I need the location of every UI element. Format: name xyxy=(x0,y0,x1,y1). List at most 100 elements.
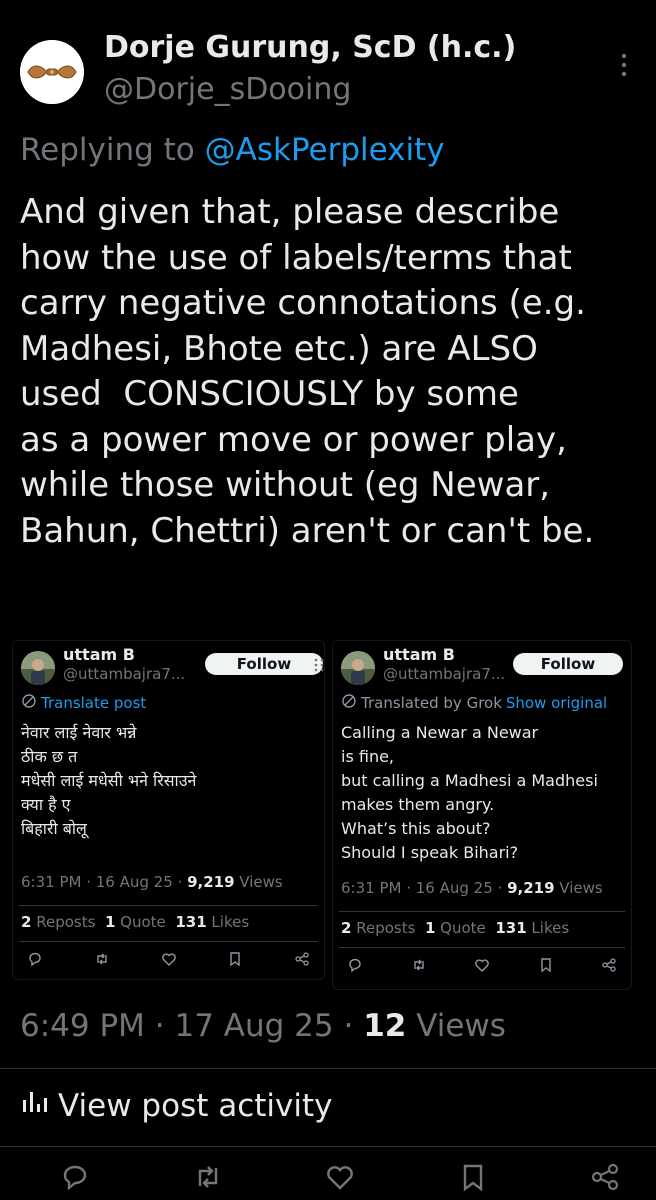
embedded-timestamp: 6:31 PM · 16 Aug 25 · 9,219 Views xyxy=(21,873,283,891)
post-text-line: how the use of labels/terms that xyxy=(20,237,572,278)
embedded-views-label: Views xyxy=(554,879,603,897)
quotes-count: 1 xyxy=(424,919,436,937)
follow-button[interactable]: Follow xyxy=(513,653,623,675)
embedded-text-line: Calling a Newar a Newar xyxy=(341,723,539,742)
embedded-author-avatar[interactable] xyxy=(21,651,55,685)
repost-icon[interactable] xyxy=(411,957,427,973)
bar-chart-icon xyxy=(20,1088,48,1124)
post-text-line: And given that, please describe xyxy=(20,192,560,232)
post-date[interactable]: 17 Aug 25 xyxy=(175,1008,334,1044)
show-original-link[interactable]: Show original xyxy=(506,694,607,712)
post-action-bar xyxy=(60,1162,620,1200)
embedded-post-text: Calling a Newar a Newar is fine, but cal… xyxy=(341,721,598,865)
more-vertical-icon[interactable] xyxy=(319,657,325,673)
translated-by-label: Translated by Grok xyxy=(361,694,502,712)
post-text-line: carry negative connotations (e.g. xyxy=(20,283,586,323)
embedded-time-date: 6:31 PM · 16 Aug 25 · xyxy=(21,873,188,891)
quotes-label[interactable]: Quote xyxy=(440,919,486,937)
post-views-label: Views xyxy=(416,1008,506,1044)
heart-icon[interactable] xyxy=(161,951,177,967)
embedded-author-avatar[interactable] xyxy=(341,651,375,685)
divider xyxy=(19,941,318,942)
post-text-line: Madhesi, Bhote etc.) are ALSO xyxy=(20,328,538,369)
repost-icon[interactable] xyxy=(94,951,110,967)
embedded-text-line: नेवार लाई नेवार भन्ने xyxy=(21,723,137,742)
translate-post-label: Translate post xyxy=(41,694,147,712)
embedded-views-count: 9,219 xyxy=(187,873,235,891)
follow-button[interactable]: Follow xyxy=(205,653,323,675)
bookmark-icon[interactable] xyxy=(458,1162,488,1192)
embedded-post-original[interactable]: uttam B @uttambajra7... Follow Translate… xyxy=(12,640,325,980)
view-post-activity-label: View post activity xyxy=(58,1088,333,1124)
quotes-count: 1 xyxy=(104,913,116,931)
divider xyxy=(19,905,318,906)
share-icon[interactable] xyxy=(601,957,617,973)
repost-icon[interactable] xyxy=(193,1162,223,1192)
share-icon[interactable] xyxy=(294,951,310,967)
likes-label[interactable]: Likes xyxy=(531,919,569,937)
embedded-text-line: but calling a Madhesi a Madhesi xyxy=(341,771,598,790)
likes-count: 131 xyxy=(175,913,207,931)
embedded-text-line: मधेसी लाई मधेसी भने रिसाउने xyxy=(21,771,197,790)
reposts-label[interactable]: Reposts xyxy=(356,919,415,937)
divider xyxy=(339,947,625,948)
embedded-time-date: 6:31 PM · 16 Aug 25 · xyxy=(341,879,508,897)
reply-icon[interactable] xyxy=(27,951,43,967)
embedded-text-line: बिहारी बोलू xyxy=(21,819,87,838)
embedded-post-text: नेवार लाई नेवार भन्ने ठीक छ त मधेसी लाई … xyxy=(21,721,196,841)
embedded-text-line: What’s this about? xyxy=(341,819,491,838)
heart-icon[interactable] xyxy=(325,1162,355,1192)
view-post-activity-link[interactable]: View post activity xyxy=(20,1088,333,1124)
embedded-views-label: Views xyxy=(234,873,283,891)
embedded-text-line: makes them angry. xyxy=(341,795,495,814)
reposts-count: 2 xyxy=(21,913,32,931)
divider xyxy=(0,1146,656,1147)
divider xyxy=(339,911,625,912)
translate-icon xyxy=(341,693,357,713)
embedded-author-name[interactable]: uttam B xyxy=(383,645,455,664)
embedded-stats: 2 Reposts 1 Quote 131 Likes xyxy=(21,913,249,931)
likes-label[interactable]: Likes xyxy=(211,913,249,931)
post-text-line: Bahun, Chettri) aren't or can't be. xyxy=(20,510,595,551)
likes-count: 131 xyxy=(495,919,527,937)
reply-icon[interactable] xyxy=(60,1162,90,1192)
author-handle[interactable]: @Dorje_sDooing xyxy=(104,72,351,107)
post-views-count: 12 xyxy=(363,1008,407,1044)
reply-icon[interactable] xyxy=(347,957,363,973)
embedded-text-line: क्या है ए xyxy=(21,795,71,814)
embedded-author-handle[interactable]: @uttambajra7... xyxy=(63,665,185,683)
replying-to-line: Replying to @AskPerplexity xyxy=(20,132,445,168)
author-name[interactable]: Dorje Gurung, ScD (h.c.) xyxy=(104,30,516,65)
divider xyxy=(0,1068,656,1069)
reposts-label[interactable]: Reposts xyxy=(36,913,95,931)
heart-icon[interactable] xyxy=(474,957,490,973)
embedded-action-bar xyxy=(27,949,310,969)
post-timestamp: 6:49 PM · 17 Aug 25 · 12 Views xyxy=(20,1008,506,1044)
reposts-count: 2 xyxy=(341,919,352,937)
post-time[interactable]: 6:49 PM xyxy=(20,1008,145,1044)
separator-dot: · xyxy=(343,1008,354,1044)
embedded-post-translated[interactable]: uttam B @uttambajra7... Follow Translate… xyxy=(320,640,632,990)
embedded-action-bar xyxy=(347,955,617,975)
embedded-author-name[interactable]: uttam B xyxy=(63,645,135,664)
replying-mention-link[interactable]: @AskPerplexity xyxy=(205,132,445,168)
embedded-views-count: 9,219 xyxy=(507,879,555,897)
bookmark-icon[interactable] xyxy=(538,957,554,973)
author-avatar[interactable] xyxy=(20,40,84,104)
embedded-author-handle[interactable]: @uttambajra7... xyxy=(383,665,505,683)
embedded-text-line: ठीक छ त xyxy=(21,747,78,766)
embedded-stats: 2 Reposts 1 Quote 131 Likes xyxy=(341,919,569,937)
share-icon[interactable] xyxy=(590,1162,620,1192)
translate-post-link[interactable]: Translate post xyxy=(21,693,146,713)
translated-by-row: Translated by Grok Show original xyxy=(341,693,607,713)
embedded-text-line: is fine, xyxy=(341,747,395,766)
post-text-line: as a power move or power play, xyxy=(20,419,567,460)
embedded-timestamp: 6:31 PM · 16 Aug 25 · 9,219 Views xyxy=(341,879,603,897)
more-vertical-icon[interactable] xyxy=(612,50,636,80)
bookmark-icon[interactable] xyxy=(227,951,243,967)
post-text: And given that, please describe how the … xyxy=(20,190,640,554)
separator-dot: · xyxy=(154,1008,165,1044)
translate-icon xyxy=(21,693,37,713)
embedded-text-line: Should I speak Bihari? xyxy=(341,843,519,862)
quotes-label[interactable]: Quote xyxy=(120,913,166,931)
